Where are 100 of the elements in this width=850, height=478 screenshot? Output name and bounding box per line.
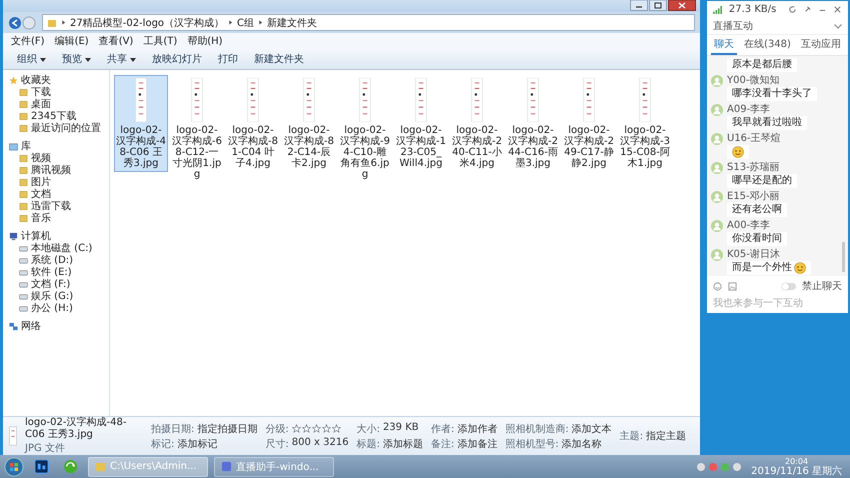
breadcrumb[interactable]: 新建文件夹	[267, 16, 318, 30]
sidebar-item[interactable]: 视频	[9, 152, 109, 164]
file-item[interactable]: logo-02-汉字构成-68-C12-一寸光阴1.jpg	[170, 75, 224, 183]
chat-tab[interactable]: 互动应用	[798, 35, 844, 55]
property-value[interactable]: 239 KB	[382, 422, 419, 436]
sidebar-item[interactable]: 下载	[9, 86, 109, 98]
close-icon[interactable]	[833, 5, 842, 14]
maximize-button[interactable]	[649, 0, 667, 11]
emoji-icon	[732, 146, 744, 158]
sender-name: Y00-微知知	[727, 75, 780, 86]
property-value[interactable]: 800 x 3216	[292, 436, 349, 450]
property-value[interactable]: 指定拍摄日期	[197, 422, 258, 436]
toolbar-button[interactable]: 放映幻灯片	[148, 51, 206, 67]
image-thumbnail	[135, 78, 147, 122]
breadcrumb[interactable]: C组	[237, 16, 254, 30]
property-value[interactable]: 添加备注	[457, 436, 498, 450]
chevron-down-icon[interactable]	[834, 24, 842, 28]
image-thumbnail	[527, 78, 539, 122]
property-value[interactable]: 添加标记	[177, 436, 218, 450]
menu-item[interactable]: 文件(F)	[11, 34, 45, 48]
address-bar[interactable]: 27精品模型-02-logo（汉字构成） C组 新建文件夹	[42, 14, 695, 31]
sidebar-item[interactable]: 迅雷下载	[9, 200, 109, 212]
file-item[interactable]: logo-02-汉字构成-244-C16-雨墨3.jpg	[506, 75, 560, 172]
back-forward-icon[interactable]	[8, 16, 38, 30]
file-item[interactable]: logo-02-汉字构成-94-C10-雕角有鱼6.jpg	[338, 75, 392, 183]
clock-time: 20:04	[785, 456, 808, 466]
minimize-button[interactable]	[630, 0, 648, 11]
channel-dropdown[interactable]: 直播互动	[713, 19, 753, 33]
clock-date: 2019/11/16 星期六	[751, 466, 842, 476]
sender-name: A09-李李	[727, 104, 770, 115]
sidebar-heading[interactable]: 网络	[9, 320, 109, 332]
sidebar-item[interactable]: 最近访问的位置	[9, 122, 109, 134]
toggle-switch[interactable]	[782, 282, 796, 290]
property-label: 拍摄日期:	[151, 422, 194, 436]
sidebar-item[interactable]: 2345下载	[9, 110, 109, 122]
chat-tab[interactable]: 在线(348)	[741, 35, 794, 55]
sidebar-item[interactable]: 腾讯视频	[9, 164, 109, 176]
toolbar-button[interactable]: 打印	[214, 51, 242, 67]
sidebar-heading[interactable]: 库	[9, 140, 109, 152]
toolbar-button[interactable]: 组织	[13, 51, 50, 67]
message-text: 哪早还是配的	[732, 175, 792, 187]
chevron-right-icon[interactable]	[61, 20, 66, 25]
sidebar-heading[interactable]: 计算机	[9, 230, 109, 242]
property-label: 标题:	[356, 438, 380, 450]
sidebar-item[interactable]: 文档	[9, 188, 109, 200]
file-item[interactable]: logo-02-汉字构成-240-C11-小米4.jpg	[450, 75, 504, 172]
file-type: JPG 文件	[25, 442, 66, 455]
file-item[interactable]: logo-02-汉字构成-315-C08-阿木1.jpg	[618, 75, 672, 172]
image-icon[interactable]	[728, 282, 737, 290]
file-item[interactable]: logo-02-汉字构成-249-C17-静静2.jpg	[562, 75, 616, 172]
property-label: 备注:	[430, 438, 454, 450]
sender-name: U16-王琴煊	[727, 133, 781, 144]
property-value[interactable]: 添加作者	[457, 422, 498, 436]
file-item[interactable]: logo-02-汉字构成-48-C06 王秀3.jpg	[114, 75, 168, 172]
app-icon	[221, 461, 232, 472]
toolbar-button[interactable]: 预览	[58, 51, 95, 67]
toolbar-button[interactable]: 新建文件夹	[250, 51, 308, 67]
chevron-right-icon[interactable]	[258, 20, 264, 25]
sidebar-item[interactable]: 软件 (E:)	[9, 266, 109, 278]
menu-item[interactable]: 工具(T)	[143, 34, 178, 48]
menu-item[interactable]: 帮助(H)	[187, 34, 223, 48]
refresh-icon[interactable]	[788, 5, 798, 14]
avatar	[711, 133, 723, 145]
sidebar-item[interactable]: 系统 (D:)	[9, 254, 109, 266]
image-thumbnail	[359, 78, 371, 122]
property-label: 主题:	[620, 430, 644, 443]
property-value[interactable]: 添加标题	[382, 436, 423, 450]
sidebar-item[interactable]: 本地磁盘 (C:)	[9, 242, 109, 254]
scrollbar[interactable]	[842, 242, 845, 272]
toolbar-button[interactable]: 共享	[103, 51, 140, 67]
sidebar-item[interactable]: 桌面	[9, 98, 109, 110]
menu-item[interactable]: 编辑(E)	[54, 34, 89, 48]
refresh-icon[interactable]	[63, 459, 78, 474]
folder-icon	[95, 461, 106, 472]
property-label: 大小:	[356, 422, 380, 436]
sender-name: K05-谢日沐	[727, 249, 780, 260]
breadcrumb[interactable]: 27精品模型-02-logo（汉字构成）	[70, 16, 224, 30]
image-thumbnail	[191, 78, 203, 122]
sidebar-item[interactable]: 娱乐 (G:)	[9, 290, 109, 302]
menu-item[interactable]: 查看(V)	[98, 34, 134, 48]
file-item[interactable]: logo-02-汉字构成-123-C05_Will4.jpg	[394, 75, 448, 172]
sidebar-item[interactable]: 办公 (H:)	[9, 302, 109, 314]
sidebar-item[interactable]: 图片	[9, 176, 109, 188]
property-label: 分级:	[265, 422, 289, 436]
property-value[interactable]: 添加文本	[572, 422, 612, 436]
start-button[interactable]	[4, 456, 24, 476]
network-icon	[9, 322, 18, 330]
sidebar-item[interactable]: 文档 (F:)	[9, 278, 109, 290]
property-label: 照相机型号:	[505, 438, 559, 450]
rating-stars[interactable]	[292, 422, 341, 436]
sidebar-heading[interactable]: 收藏夹	[9, 74, 109, 86]
emoji-icon[interactable]	[713, 282, 722, 290]
sidebar-item[interactable]: 音乐	[9, 212, 109, 224]
file-item[interactable]: logo-02-汉字构成-81-C04 叶子4.jpg	[226, 75, 280, 172]
image-thumbnail	[583, 78, 595, 122]
close-button[interactable]	[668, 0, 696, 11]
property-value[interactable]: 添加名称	[562, 436, 602, 450]
chevron-right-icon[interactable]	[228, 20, 234, 25]
property-value[interactable]: 指定主题	[646, 429, 686, 443]
file-item[interactable]: logo-02-汉字构成-82-C14-辰卡2.jpg	[282, 75, 336, 172]
